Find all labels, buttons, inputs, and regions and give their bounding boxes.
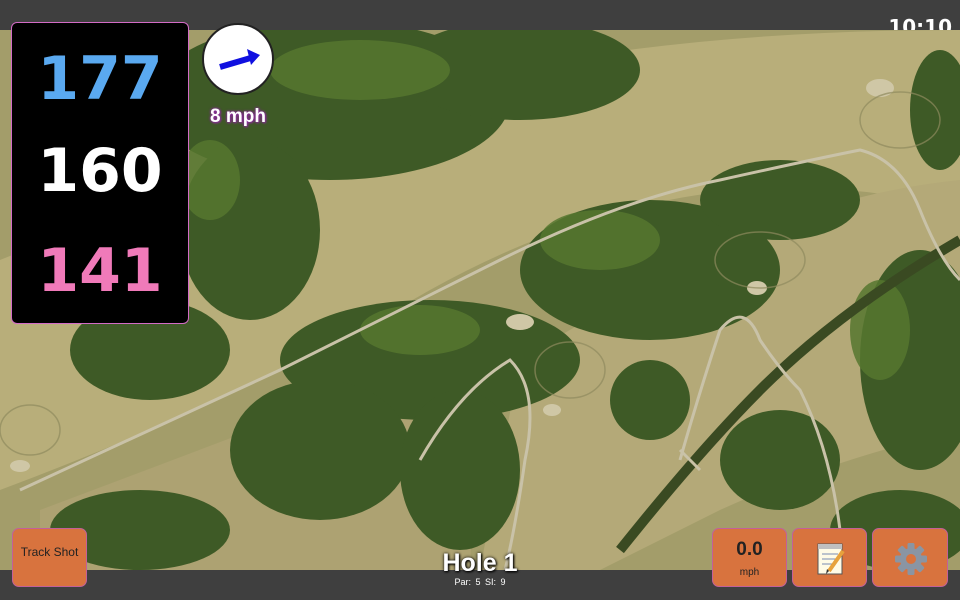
track-shot-label: Track Shot [20, 545, 79, 559]
hole-si: SI: 9 [485, 577, 506, 587]
notes-button[interactable] [792, 528, 867, 587]
speed-value: 0.0 [736, 539, 763, 560]
hole-meta: Par: 5 SI: 9 [380, 577, 580, 587]
speed-unit: mph [739, 567, 760, 578]
track-shot-button[interactable]: Track Shot [12, 528, 87, 587]
back-yardage: 177 [37, 44, 163, 114]
hole-title: Hole 1 [442, 549, 518, 577]
front-yardage: 141 [37, 236, 163, 306]
settings-button[interactable] [872, 528, 948, 587]
hole-par: Par: 5 [454, 577, 481, 587]
wind-speed: 8 mph [210, 106, 266, 127]
wind-indicator [202, 23, 274, 95]
wind-arrow-icon [219, 49, 260, 70]
middle-yardage: 160 [37, 136, 163, 206]
yardage-panel: 177 160 141 [11, 22, 189, 324]
gear-icon [895, 543, 927, 575]
speed-button[interactable]: 0.0 mph [712, 528, 787, 587]
notepad-icon [817, 543, 845, 575]
